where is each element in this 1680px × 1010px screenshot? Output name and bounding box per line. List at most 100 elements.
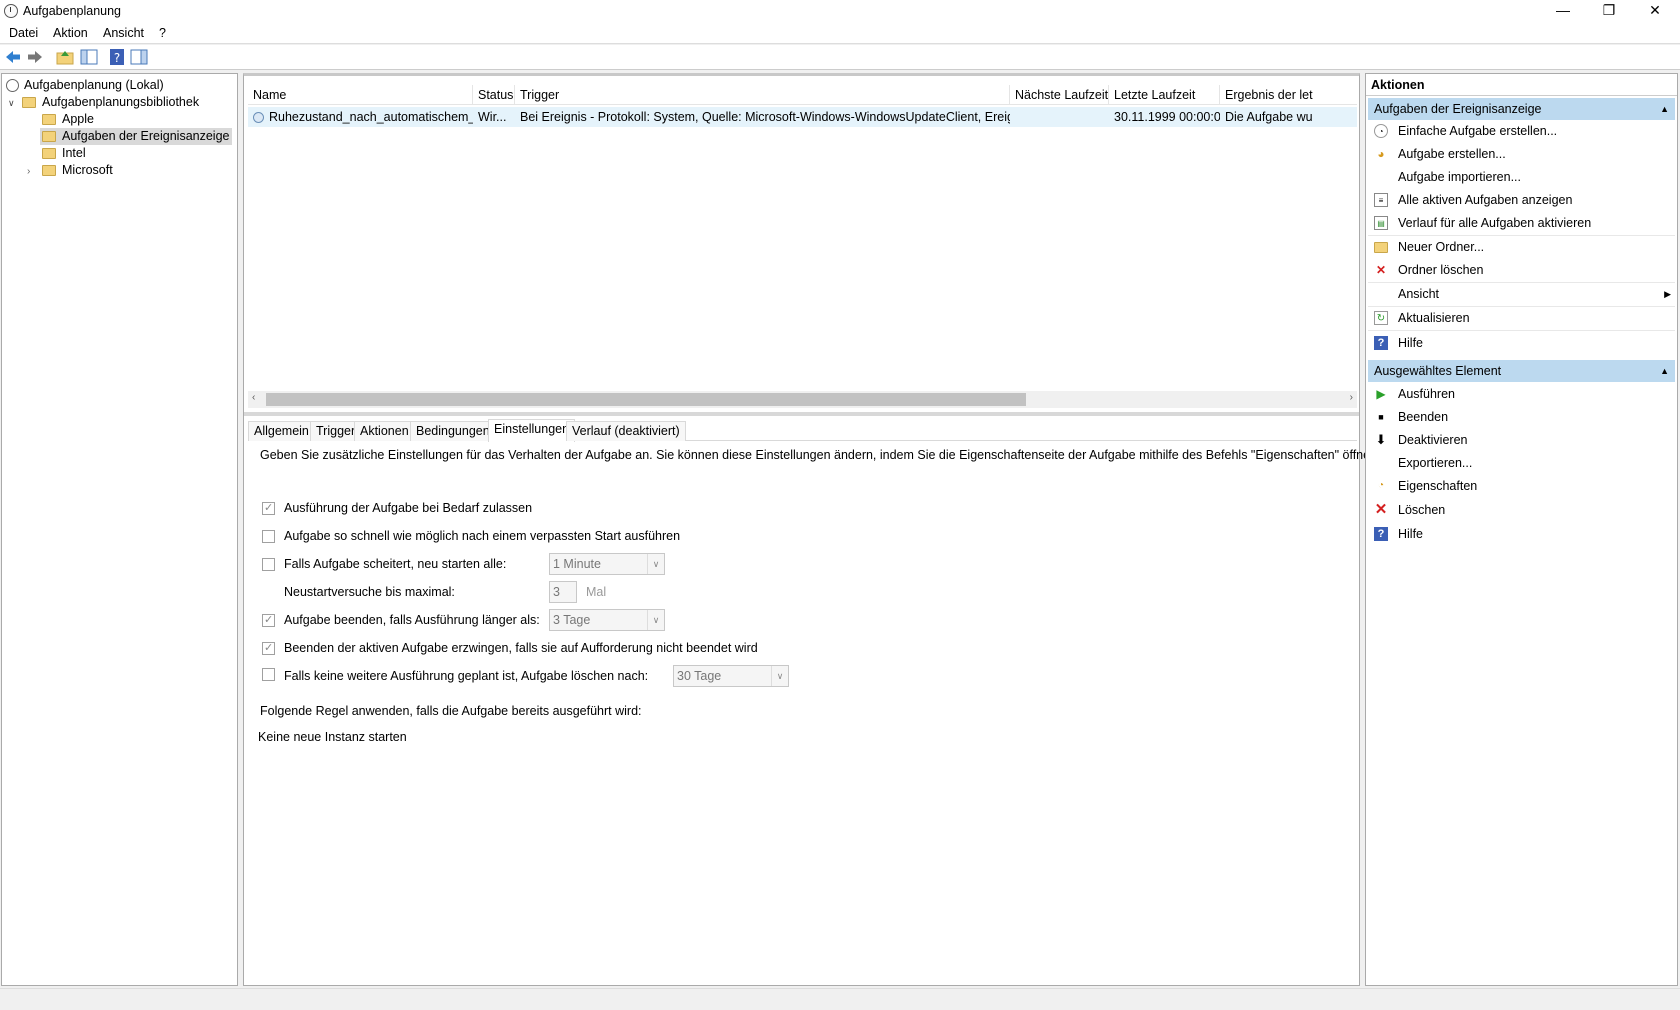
clock-icon: ◔	[1374, 124, 1388, 138]
tab-bedingungen[interactable]: Bedingungen	[410, 421, 496, 441]
action-new-folder[interactable]: Neuer Ordner...	[1368, 236, 1675, 258]
back-arrow-icon[interactable]	[4, 48, 22, 66]
action-properties[interactable]: ◔ Eigenschaften	[1368, 475, 1675, 497]
menu-aktion[interactable]: Aktion	[53, 26, 88, 40]
column-status[interactable]: Status	[473, 85, 515, 105]
chevron-right-icon[interactable]: ›	[27, 163, 42, 180]
option-stop-long-task: Aufgabe beenden, falls Ausführung länger…	[262, 612, 540, 628]
help-icon: ?	[1374, 336, 1388, 350]
tab-verlauf[interactable]: Verlauf (deaktiviert)	[566, 421, 686, 441]
column-name[interactable]: Name	[248, 85, 473, 105]
row-trigger: Bei Ereignis - Protokoll: System, Quelle…	[520, 110, 1010, 124]
help-icon[interactable]: ?	[108, 48, 126, 66]
delete-x-icon: ✕	[1374, 501, 1388, 518]
stop-duration-select[interactable]: 3 Tage ∨	[549, 609, 665, 631]
option-label: Ausführung der Aufgabe bei Bedarf zulass…	[284, 501, 533, 515]
scroll-left-icon[interactable]: ‹	[252, 392, 255, 403]
close-button[interactable]: ✕	[1632, 0, 1678, 22]
tree-item-label: Microsoft	[62, 163, 113, 177]
show-hide-actions-icon[interactable]	[130, 48, 148, 66]
folder-icon	[42, 114, 56, 126]
tree-item-ereignisanzeige[interactable]: Aufgaben der Ereignisanzeige	[40, 128, 233, 145]
forward-arrow-icon[interactable]	[26, 48, 44, 66]
checkbox-stop-long-task[interactable]	[262, 612, 275, 628]
tree-root[interactable]: Aufgabenplanung (Lokal)	[6, 77, 164, 94]
tab-einstellungen[interactable]: Einstellungen	[488, 419, 576, 442]
tree-library[interactable]: ∨ Aufgabenplanungsbibliothek	[8, 94, 199, 111]
column-trigger[interactable]: Trigger	[515, 85, 1010, 105]
row-next-run	[1010, 107, 1109, 127]
play-icon: ▶	[1376, 387, 1386, 401]
action-export[interactable]: Exportieren...	[1368, 452, 1675, 474]
action-label: Ansicht	[1398, 287, 1439, 301]
retry-count-input[interactable]: 3	[549, 581, 577, 603]
action-import-task[interactable]: Aufgabe importieren...	[1368, 166, 1675, 188]
column-next-run[interactable]: Nächste Laufzeit	[1010, 85, 1109, 105]
collapse-icon[interactable]: ▲	[1660, 360, 1669, 382]
action-help-1[interactable]: ? Hilfe	[1368, 332, 1675, 354]
checkbox-force-stop[interactable]	[262, 640, 275, 656]
menu-bar: Datei Aktion Ansicht ?	[0, 24, 1680, 44]
action-enable-history[interactable]: ▤ Verlauf für alle Aufgaben aktivieren	[1368, 212, 1675, 234]
action-create-task[interactable]: ◕ Aufgabe erstellen...	[1368, 143, 1675, 165]
section-selected-item[interactable]: Ausgewähltes Element ▲	[1368, 360, 1675, 382]
tree-library-label: Aufgabenplanungsbibliothek	[42, 95, 200, 109]
checkbox-missed-start[interactable]	[262, 530, 275, 544]
horizontal-scrollbar[interactable]: ‹ ›	[248, 391, 1357, 408]
tree-item-apple[interactable]: Apple	[42, 111, 94, 128]
chevron-down-icon[interactable]: ∨	[8, 95, 18, 112]
task-icon	[253, 112, 264, 124]
tree-item-microsoft[interactable]: › Microsoft	[27, 162, 113, 179]
pane-splitter[interactable]	[244, 412, 1359, 416]
list-icon: ≡	[1374, 193, 1388, 207]
show-hide-tree-icon[interactable]	[80, 48, 98, 66]
toolbar: ?	[0, 45, 1680, 70]
action-label: Aktualisieren	[1398, 311, 1470, 325]
actions-pane: Aktionen Aufgaben der Ereignisanzeige ▲ ◔…	[1365, 73, 1678, 986]
action-run[interactable]: ▶ Ausführen	[1368, 383, 1675, 405]
tree-item-label: Intel	[62, 146, 86, 160]
task-scheduler-icon	[4, 4, 18, 18]
menu-help[interactable]: ?	[159, 26, 166, 40]
row-status: Wir...	[478, 110, 507, 124]
action-label: Deaktivieren	[1398, 433, 1468, 447]
collapse-icon[interactable]: ▲	[1660, 98, 1669, 120]
restore-button[interactable]: ❐	[1586, 0, 1632, 22]
tree-item-intel[interactable]: Intel	[42, 145, 86, 162]
table-row[interactable]: Ruhezustand_nach_automatischem_Up... Wir…	[248, 107, 1357, 127]
checkbox-run-on-demand[interactable]	[262, 500, 275, 516]
action-label: Verlauf für alle Aufgaben aktivieren	[1398, 216, 1592, 230]
option-missed-start: Aufgabe so schnell wie möglich nach eine…	[262, 528, 680, 544]
row-result: Die Aufgabe wu	[1225, 110, 1313, 124]
menu-datei[interactable]: Datei	[9, 26, 38, 40]
checkbox-restart-on-fail[interactable]	[262, 558, 275, 572]
scrollbar-thumb[interactable]	[266, 393, 1026, 406]
settings-intro: Geben Sie zusätzliche Einstellungen für …	[260, 448, 1381, 462]
action-disable[interactable]: ⬇ Deaktivieren	[1368, 429, 1675, 451]
up-folder-icon[interactable]	[56, 48, 74, 66]
menu-ansicht[interactable]: Ansicht	[103, 26, 144, 40]
action-view[interactable]: Ansicht ▶	[1368, 283, 1675, 305]
action-label: Ausführen	[1398, 387, 1455, 401]
minimize-button[interactable]: —	[1540, 0, 1586, 22]
action-delete-folder[interactable]: ✕ Ordner löschen	[1368, 259, 1675, 281]
action-refresh[interactable]: ↻ Aktualisieren	[1368, 307, 1675, 329]
action-show-running[interactable]: ≡ Alle aktiven Aufgaben anzeigen	[1368, 189, 1675, 211]
navigation-tree: Aufgabenplanung (Lokal) ∨ Aufgabenplanung…	[1, 73, 238, 986]
action-simple-task[interactable]: ◔ Einfache Aufgabe erstellen...	[1368, 120, 1675, 142]
folder-icon	[1374, 240, 1388, 254]
tab-aktionen[interactable]: Aktionen	[354, 421, 415, 441]
action-end[interactable]: ■ Beenden	[1368, 406, 1675, 428]
restart-interval-select[interactable]: 1 Minute ∨	[549, 553, 665, 575]
column-result[interactable]: Ergebnis der let	[1220, 85, 1357, 105]
delete-after-select[interactable]: 30 Tage ∨	[673, 665, 789, 687]
tab-allgemein[interactable]: Allgemein	[248, 421, 315, 441]
scroll-right-icon[interactable]: ›	[1350, 392, 1353, 403]
column-last-run[interactable]: Letzte Laufzeit	[1109, 85, 1220, 105]
checkbox-delete-after[interactable]	[262, 668, 275, 681]
action-delete[interactable]: ✕ Löschen	[1368, 499, 1675, 521]
clock-icon	[6, 79, 19, 93]
action-label: Hilfe	[1398, 527, 1424, 541]
action-help-2[interactable]: ? Hilfe	[1368, 523, 1675, 545]
section-ereignisanzeige[interactable]: Aufgaben der Ereignisanzeige ▲	[1368, 98, 1675, 120]
